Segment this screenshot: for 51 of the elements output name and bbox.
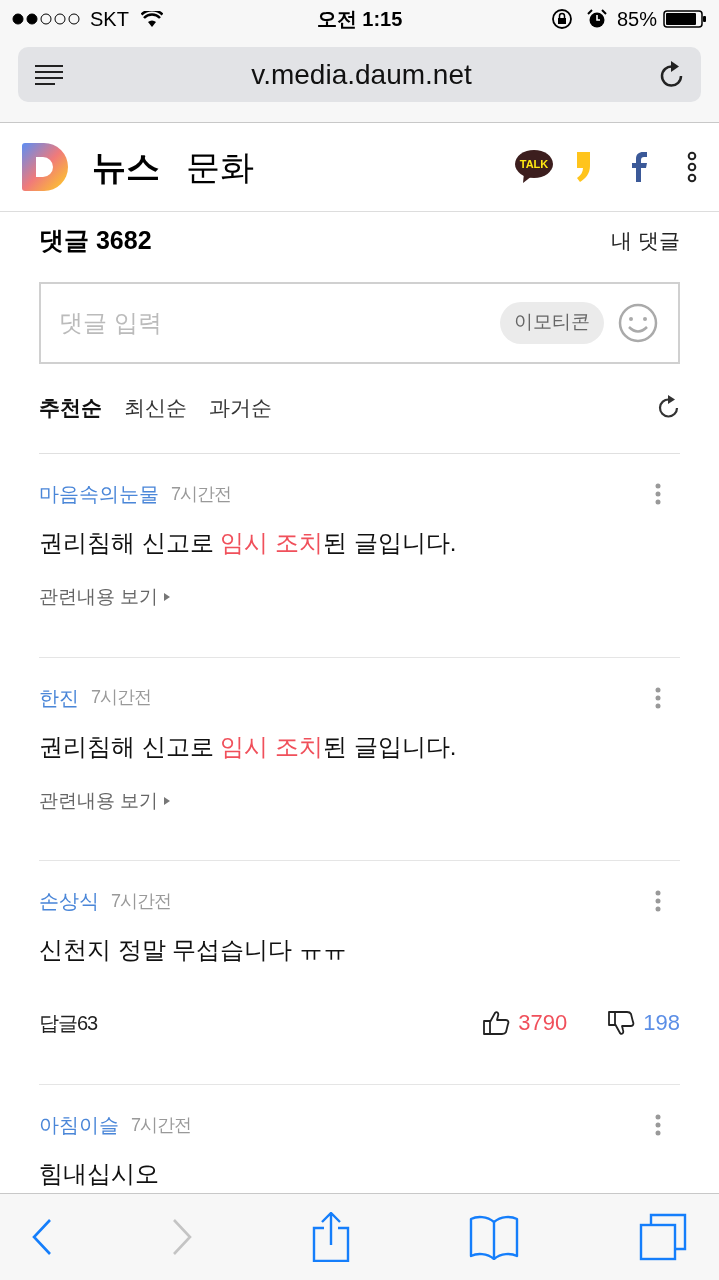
battery-percent: 85% [616,7,657,32]
logo-icon[interactable] [22,143,68,191]
clock-time: 오전 1:15 [316,7,403,32]
tabs-icon[interactable] [639,1213,687,1261]
reader-icon[interactable] [34,63,64,86]
thumbs-up-icon[interactable] [482,1009,511,1036]
my-comments-link[interactable]: 내 댓글 [611,225,680,257]
section-title[interactable]: 뉴스 [92,141,160,193]
emoticon-button[interactable]: 이모티콘 [500,301,604,344]
related-content-link[interactable]: 관련내용 보기 [39,786,159,815]
comment-text: 권리침해 신고로 임시 조치 된 글입니다. [39,528,458,558]
comment-text: 권리침해 신고로 임시 조치 된 글입니다. [39,731,458,762]
sort-tab[interactable]: 과거순 [209,391,272,423]
comment-time: 7시간전 [171,482,231,506]
comment-author[interactable]: 마음속의눈물 [39,479,159,509]
smiley-icon[interactable] [618,302,658,343]
more-icon[interactable] [687,151,697,183]
refresh-icon[interactable] [658,395,680,420]
carrier-name: SKT [90,7,129,32]
sort-tab[interactable]: 최신순 [124,391,187,423]
share-icon[interactable] [311,1212,350,1262]
reload-icon[interactable] [659,60,685,89]
like-count: 3790 [518,1009,568,1037]
caret-icon [164,796,171,805]
dislike-count: 198 [643,1009,680,1037]
comment-time: 7시간전 [131,1113,191,1137]
back-icon[interactable] [32,1219,52,1255]
bookmarks-icon[interactable] [469,1214,520,1260]
comment-time: 7시간전 [91,686,151,709]
thumbs-down-icon[interactable] [607,1009,636,1036]
comment-text: 힘내십시오 [39,1159,160,1189]
battery-icon [663,10,707,28]
rotation-lock-icon [550,8,573,30]
wifi-icon [140,11,163,27]
caret-icon [164,593,171,602]
comment-author[interactable]: 아침이슬 [39,1110,119,1140]
comment-time: 7시간전 [111,889,171,913]
facebook-icon[interactable] [631,152,647,182]
reply-count[interactable]: 답글63 [39,1007,98,1038]
related-content-link[interactable]: 관련내용 보기 [39,583,159,612]
alarm-icon [586,9,607,29]
comment-text: 신천지 정말 무섭습니다 ㅠㅠ [39,935,348,965]
url-text: v.media.daum.net [250,57,473,92]
signal-icon [12,13,82,25]
category-title[interactable]: 문화 [186,141,254,193]
sort-tab[interactable]: 추천순 [39,391,102,423]
comment-author[interactable]: 손상식 [39,886,99,916]
comments-count-title: 댓글 3682 [39,225,152,256]
comment-input[interactable]: 댓글 입력 이모티콘 [39,281,680,364]
address-bar[interactable]: v.media.daum.net [18,47,701,102]
comment-author[interactable]: 한진 [39,682,79,713]
